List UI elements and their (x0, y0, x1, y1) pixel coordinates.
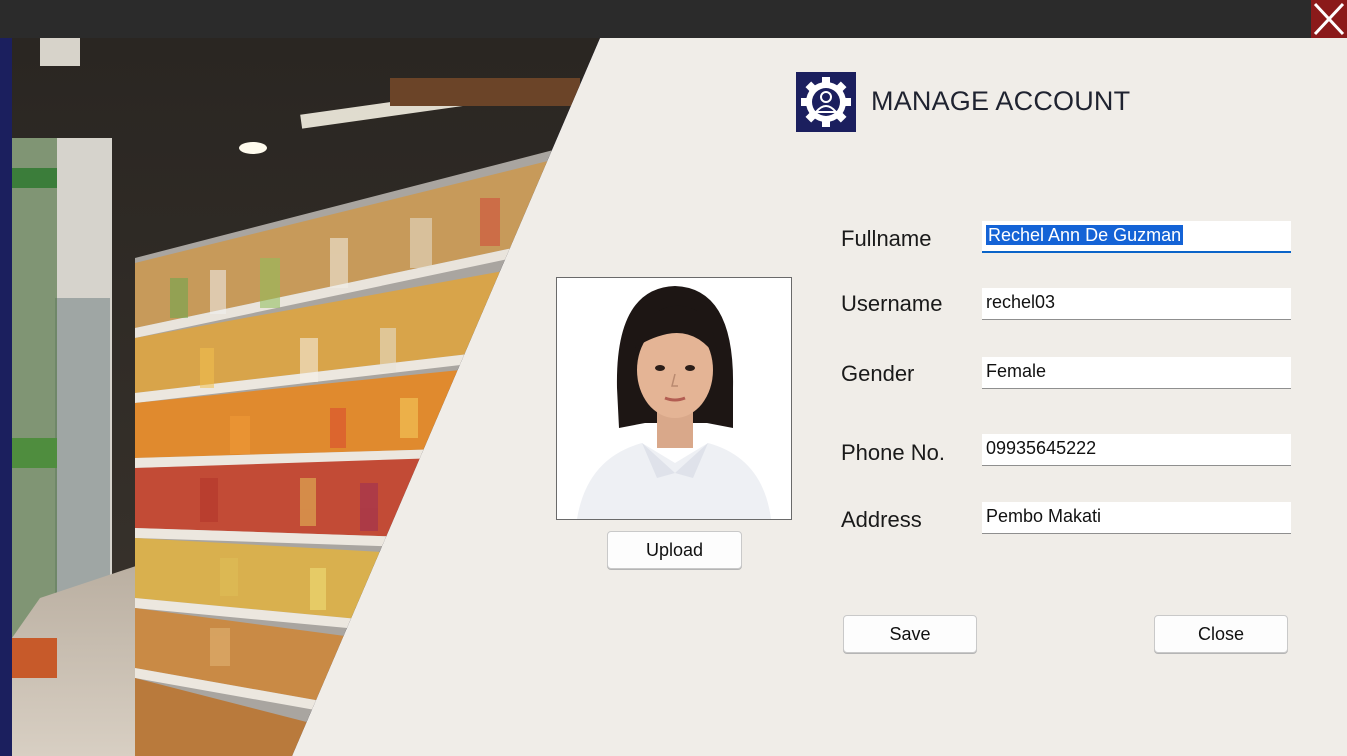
fullname-field[interactable]: Rechel Ann De Guzman (982, 221, 1291, 253)
gender-label: Gender (841, 361, 915, 386)
close-x-icon[interactable] (1311, 0, 1347, 38)
supermarket-aisle-photo (0, 38, 600, 756)
fullname-label: Fullname (841, 226, 932, 251)
fullname-value: Rechel Ann De Guzman (986, 225, 1184, 245)
user-portrait-photo (556, 277, 792, 520)
manage-account-window: MANAGE ACCOUNT Upload Fullname Rechel An… (0, 0, 1347, 756)
page-title: MANAGE ACCOUNT (871, 86, 1131, 116)
save-button[interactable]: Save (843, 615, 977, 653)
phone-field[interactable]: 09935645222 (982, 434, 1291, 466)
title-bar (0, 0, 1347, 38)
username-field[interactable]: rechel03 (982, 288, 1291, 320)
upload-button[interactable]: Upload (607, 531, 742, 569)
username-label: Username (841, 291, 943, 316)
address-field[interactable]: Pembo Makati (982, 502, 1291, 534)
address-label: Address (841, 507, 922, 532)
phone-label: Phone No. (841, 440, 945, 465)
gender-field[interactable]: Female (982, 357, 1291, 389)
user-gear-icon (796, 72, 856, 132)
close-button[interactable]: Close (1154, 615, 1288, 653)
